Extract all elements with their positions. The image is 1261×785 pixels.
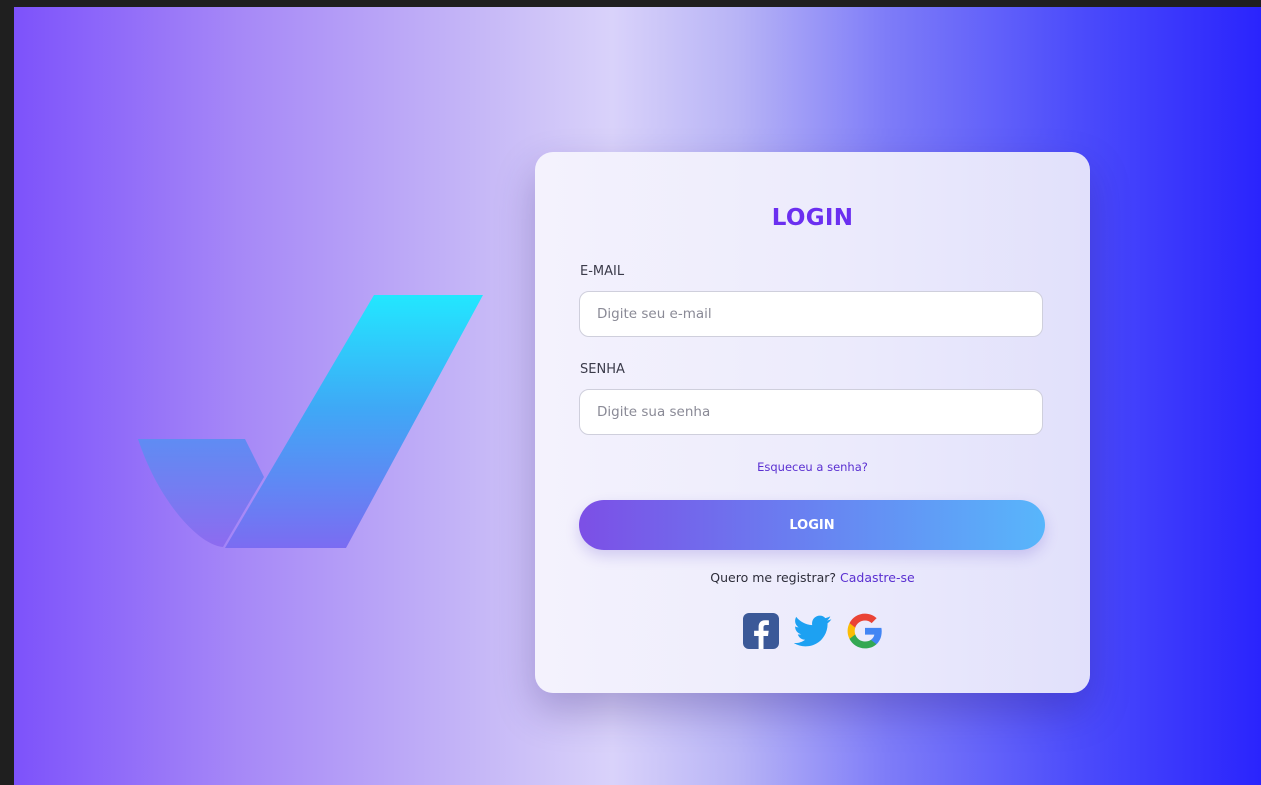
register-prompt: Quero me registrar? Cadastre-se [535,570,1090,585]
email-label: E-MAIL [580,264,625,279]
register-link[interactable]: Cadastre-se [840,570,915,585]
google-icon[interactable] [846,612,884,650]
login-page-background: LOGIN E-MAIL SENHA Esqueceu a senha? LOG… [14,7,1261,785]
password-input[interactable] [580,390,1042,434]
email-input[interactable] [580,292,1042,336]
email-field-wrapper [579,291,1043,337]
password-label: SENHA [580,362,625,377]
login-button[interactable]: LOGIN [579,500,1045,550]
checkmark-logo [138,295,483,548]
password-field-wrapper [579,389,1043,435]
social-login-row [742,612,887,650]
register-prompt-text: Quero me registrar? [710,570,837,585]
forgot-password-link[interactable]: Esqueceu a senha? [535,460,1090,474]
twitter-icon[interactable] [794,612,832,650]
login-card: LOGIN E-MAIL SENHA Esqueceu a senha? LOG… [535,152,1090,693]
login-title: LOGIN [771,205,854,231]
facebook-icon[interactable] [742,612,780,650]
